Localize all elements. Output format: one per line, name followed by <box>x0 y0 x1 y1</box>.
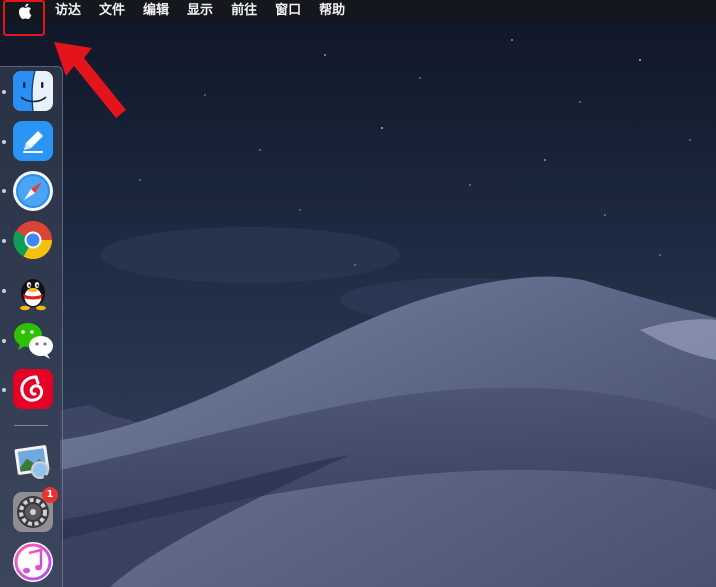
menu-finder[interactable]: 访达 <box>46 0 90 22</box>
dock-item-netease-music[interactable] <box>12 368 54 410</box>
annotation-highlight-box <box>3 0 45 36</box>
running-indicator <box>2 90 6 94</box>
menu-bar: 访达 文件 编辑 显示 前往 窗口 帮助 <box>0 0 716 22</box>
running-indicator <box>2 239 6 243</box>
running-indicator <box>2 388 6 392</box>
menu-window[interactable]: 窗口 <box>266 0 310 22</box>
dock-item-wechat[interactable] <box>12 319 54 361</box>
dock-item-qq[interactable] <box>12 269 54 311</box>
menu-edit[interactable]: 编辑 <box>134 0 178 22</box>
dock-item-system-preferences[interactable]: 1 <box>12 487 58 533</box>
desktop: 访达 文件 编辑 显示 前往 窗口 帮助 1 <box>0 0 716 587</box>
menu-file[interactable]: 文件 <box>90 0 134 22</box>
itunes-icon <box>13 542 53 582</box>
running-indicator <box>2 140 6 144</box>
dock: 1 <box>0 66 63 587</box>
running-indicator <box>2 289 6 293</box>
qq-icon <box>20 279 46 311</box>
netease-music-icon <box>13 369 53 409</box>
notification-badge: 1 <box>42 487 58 503</box>
dock-item-safari[interactable] <box>12 170 54 212</box>
chrome-icon <box>13 221 53 260</box>
menu-help[interactable]: 帮助 <box>310 0 354 22</box>
dock-item-itunes[interactable] <box>12 541 54 583</box>
wechat-icon <box>14 323 53 359</box>
dock-item-chrome[interactable] <box>12 219 54 261</box>
running-indicator <box>2 339 6 343</box>
preview-icon <box>14 445 50 482</box>
menu-go[interactable]: 前往 <box>222 0 266 22</box>
running-indicator <box>2 189 6 193</box>
dock-separator <box>14 425 48 426</box>
annotation-arrow-icon <box>54 42 126 118</box>
safari-icon <box>13 171 53 211</box>
menu-view[interactable]: 显示 <box>178 0 222 22</box>
dock-item-preview[interactable] <box>12 441 54 483</box>
